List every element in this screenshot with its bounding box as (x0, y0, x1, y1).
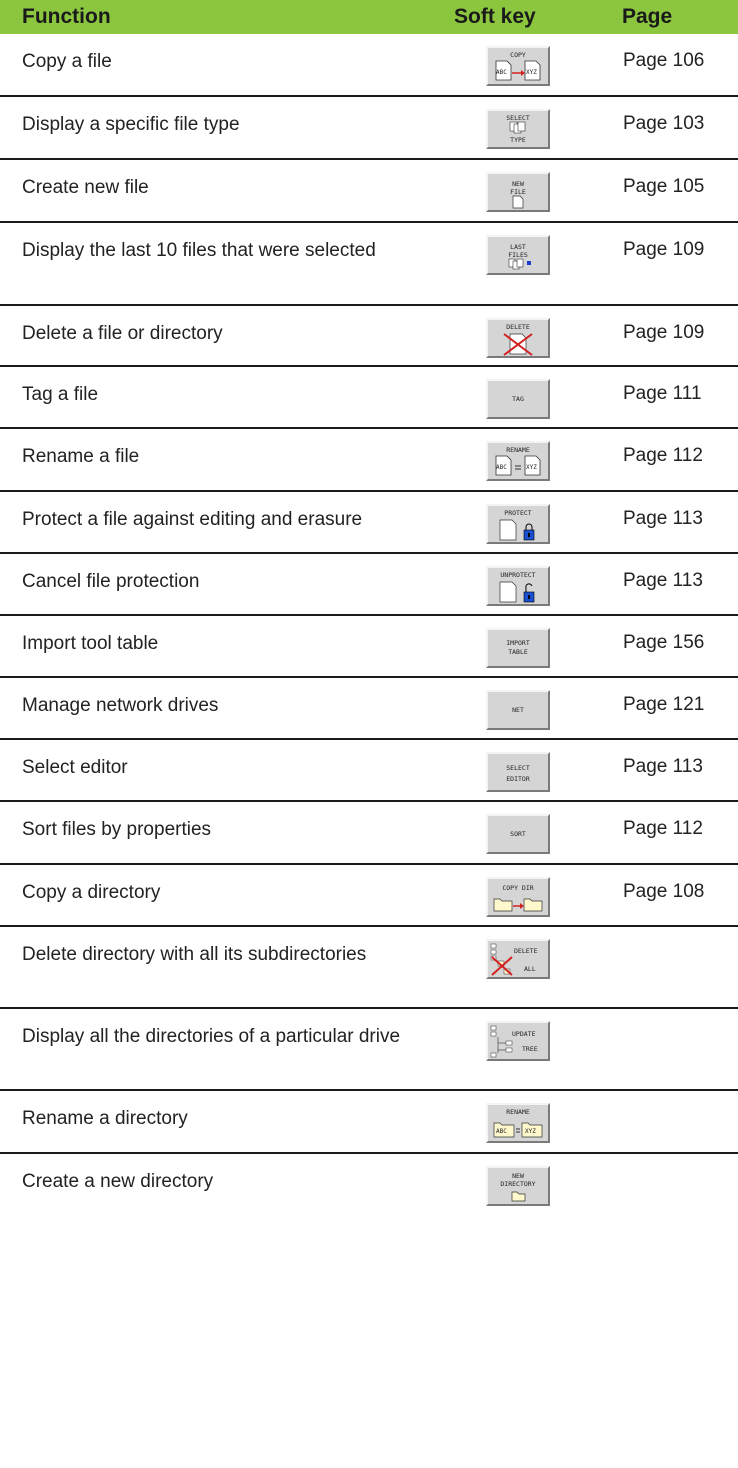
tag-icon: TAG (512, 395, 524, 403)
function-label: Create a new directory (22, 1171, 214, 1192)
function-table: Function Soft key Page Copy a file COPY … (0, 0, 738, 1217)
page-ref[interactable]: Page 156 (623, 632, 704, 654)
function-label: Cancel file protection (22, 571, 200, 592)
page-ref[interactable]: Page 112 (623, 445, 703, 467)
softkey-new-directory[interactable]: NEW DIRECTORY (486, 1166, 550, 1206)
net-icon: NET (512, 706, 524, 714)
softkey-sort[interactable]: SORT (486, 814, 550, 854)
softkey-rename[interactable]: RENAME ABC XYZ (486, 441, 550, 481)
function-label: Copy a file (22, 51, 112, 72)
table-row: Sort files by properties SORT Page 112 (0, 802, 738, 865)
softkey-select-type[interactable]: SELECT TYPE (486, 109, 550, 149)
page-ref[interactable]: Page 113 (623, 570, 703, 592)
function-label: Copy a directory (22, 882, 161, 903)
header-page: Page (622, 5, 673, 28)
table-row: Copy a file COPY ABC XYZ Page 106 (0, 34, 738, 97)
page-ref[interactable]: Page 113 (623, 508, 703, 530)
header-soft-key: Soft key (454, 5, 536, 28)
softkey-copy-dir[interactable]: COPY DIR (486, 877, 550, 917)
function-label: Create new file (22, 177, 149, 198)
function-label: Display the last 10 files that were sele… (22, 240, 376, 261)
update-tree-icon (490, 1025, 513, 1058)
table-row: Import tool table IMPORT TABLE Page 156 (0, 616, 738, 678)
function-label: Manage network drives (22, 695, 219, 716)
page-ref[interactable]: Page 112 (623, 818, 703, 840)
softkey-delete[interactable]: DELETE (486, 318, 550, 358)
softkey-last-files[interactable]: LAST FILES (486, 235, 550, 275)
table-row: Manage network drives NET Page 121 (0, 678, 738, 740)
function-label: Import tool table (22, 633, 159, 654)
page-ref[interactable]: Page 113 (623, 756, 703, 778)
table-row: Display the last 10 files that were sele… (0, 223, 738, 306)
table-row: Select editor SELECT EDITOR Page 113 (0, 740, 738, 802)
function-label: Sort files by properties (22, 819, 212, 840)
softkey-rename-dir[interactable]: RENAME ABC XYZ (486, 1103, 550, 1143)
softkey-copy[interactable]: COPY ABC XYZ (486, 46, 550, 86)
function-label: Select editor (22, 757, 128, 778)
table-row: Delete a file or directory DELETE Page 1… (0, 306, 738, 367)
page-ref[interactable]: Page 106 (623, 50, 704, 72)
table-row: Display all the directories of a particu… (0, 1009, 738, 1091)
table-row: Display a specific file type SELECT TYPE… (0, 97, 738, 160)
softkey-new-file[interactable]: NEW FILE (486, 172, 550, 212)
softkey-protect[interactable]: PROTECT (486, 504, 550, 544)
function-label: Display a specific file type (22, 114, 240, 135)
table-row: Rename a directory RENAME ABC XYZ (0, 1091, 738, 1154)
table-row: Copy a directory COPY DIR Page 108 (0, 865, 738, 927)
import-table-icon: IMPORT (506, 639, 530, 647)
sort-icon: SORT (510, 830, 526, 838)
softkey-net[interactable]: NET (486, 690, 550, 730)
table-row: Rename a file RENAME ABC XYZ Page 112 (0, 429, 738, 492)
function-label: Protect a file against editing and erasu… (22, 509, 363, 530)
page-ref[interactable]: Page 105 (623, 176, 704, 198)
softkey-select-editor[interactable]: SELECT EDITOR (486, 752, 550, 792)
function-label: Delete directory with all its subdirecto… (22, 944, 367, 965)
page-ref[interactable]: Page 111 (623, 383, 702, 405)
select-editor-icon: SELECT (506, 764, 530, 772)
table-row: Create a new directory NEW DIRECTORY (0, 1154, 738, 1217)
softkey-delete-all[interactable]: DELETE ALL (486, 939, 550, 979)
table-row: Protect a file against editing and erasu… (0, 492, 738, 554)
softkey-unprotect[interactable]: UNPROTECT (486, 566, 550, 606)
function-label: Rename a directory (22, 1108, 188, 1129)
table-row: Tag a file TAG Page 111 (0, 367, 738, 429)
table-row: Cancel file protection UNPROTECT Page 11… (0, 554, 738, 616)
softkey-import-table[interactable]: IMPORT TABLE (486, 628, 550, 668)
page-ref[interactable]: Page 108 (623, 881, 704, 903)
page-ref[interactable]: Page 109 (623, 239, 704, 261)
page-ref[interactable]: Page 121 (623, 694, 704, 716)
function-label: Rename a file (22, 446, 140, 467)
function-label: Tag a file (22, 384, 99, 405)
function-label: Delete a file or directory (22, 323, 223, 344)
page-ref[interactable]: Page 103 (623, 113, 704, 135)
table-header: Function Soft key Page (0, 0, 738, 34)
function-label: Display all the directories of a particu… (22, 1026, 401, 1047)
softkey-update-tree[interactable]: UPDATE TREE (486, 1021, 550, 1061)
table-row: Delete directory with all its subdirecto… (0, 927, 738, 1009)
softkey-tag[interactable]: TAG (486, 379, 550, 419)
header-function: Function (22, 5, 111, 28)
page-ref[interactable]: Page 109 (623, 322, 704, 344)
table-row: Create new file NEW FILE Page 105 (0, 160, 738, 223)
